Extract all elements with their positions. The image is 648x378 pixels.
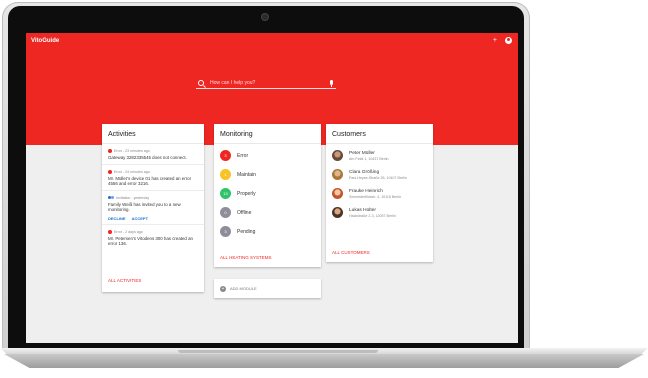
activity-item[interactable]: Invitation - yesterday Family Weiß has i… xyxy=(102,191,204,225)
add-module-button[interactable]: + ADD MODULE xyxy=(214,279,321,298)
activity-message: Mr. Petersen's Vitodens 300 has created … xyxy=(108,235,193,247)
account-icon[interactable] xyxy=(505,37,512,44)
base-notch xyxy=(178,350,378,353)
plus-circle-icon: + xyxy=(220,285,226,292)
activity-meta: Error - 23 minutes ago xyxy=(114,149,150,153)
all-customers-link[interactable]: ALL CUSTOMERS xyxy=(332,250,370,255)
avatar xyxy=(332,169,343,180)
monitoring-card: Monitoring 3 Error 1 Maintain 13 Properly 0… xyxy=(214,124,321,267)
add-icon[interactable]: + xyxy=(493,37,497,44)
monitoring-label: Maintain xyxy=(237,171,256,178)
people-icon xyxy=(108,195,114,200)
all-heating-systems-link[interactable]: ALL HEATING SYSTEMS xyxy=(220,255,272,260)
activity-meta: Invitation - yesterday xyxy=(116,195,150,200)
customer-item[interactable]: Clara Größing Paul-Heyse-Straße 26, 10407… xyxy=(326,165,433,184)
search-input[interactable]: How can I help you? xyxy=(210,80,330,86)
activity-item[interactable]: Error - 23 minutes ago Gateway 328233554… xyxy=(102,144,204,165)
activity-meta: Error - 24 minutes ago xyxy=(114,169,150,174)
camera-icon xyxy=(262,14,268,20)
activity-meta: Error - 2 days ago xyxy=(114,229,143,234)
count-badge: 1 xyxy=(220,169,231,180)
count-badge: 0 xyxy=(220,207,231,218)
customer-item[interactable]: Lukas Holter Hackstraße 2-3, 12057 Berlin xyxy=(326,203,433,222)
monitoring-title: Monitoring xyxy=(214,124,321,144)
customer-address: Hackstraße 2-3, 12057 Berlin xyxy=(349,213,396,218)
avatar xyxy=(332,188,343,199)
monitoring-row-maintain[interactable]: 1 Maintain xyxy=(214,165,321,184)
decline-button[interactable]: DECLINE xyxy=(108,216,126,221)
customer-item[interactable]: Frauke Heinrich Schneiderflickstr. 4, 101… xyxy=(326,184,433,203)
customer-address: Am Feldt 1, 10437 Berlin xyxy=(349,156,389,161)
laptop-base xyxy=(0,348,648,376)
error-icon xyxy=(108,149,112,153)
avatar xyxy=(332,207,343,218)
app-screen: VitoGuide + How can I help you? Activiti… xyxy=(26,33,518,343)
activities-title: Activities xyxy=(102,124,204,144)
add-module-label: ADD MODULE xyxy=(230,286,257,291)
customers-title: Customers xyxy=(326,124,433,144)
app-title: VitoGuide xyxy=(31,38,60,44)
monitoring-label: Error xyxy=(237,152,249,159)
customer-name: Clara Größing xyxy=(349,169,380,175)
monitoring-label: Properly xyxy=(237,190,256,197)
search-icon xyxy=(198,79,204,86)
accept-button[interactable]: ACCEPT xyxy=(132,216,148,221)
error-icon xyxy=(108,229,112,234)
microphone-icon[interactable] xyxy=(330,80,333,87)
count-badge: 13 xyxy=(220,188,231,199)
activities-card: Activities Error - 23 minutes ago Gatewa… xyxy=(102,124,204,292)
monitoring-label: Pending xyxy=(237,228,256,235)
customer-name: Peter Müller xyxy=(349,150,375,156)
customer-name: Lukas Holter xyxy=(349,207,376,213)
activity-message: Family Weiß has invited you to a new mon… xyxy=(108,201,181,213)
activity-item[interactable]: Error - 24 minutes ago Mr. Müller's devi… xyxy=(102,165,204,191)
activity-item[interactable]: Error - 2 days ago Mr. Petersen's Vitode… xyxy=(102,225,204,250)
avatar xyxy=(332,150,343,161)
monitoring-label: Offline xyxy=(237,209,252,216)
count-badge: 3 xyxy=(220,226,231,237)
monitoring-row-offline[interactable]: 0 Offline xyxy=(214,203,321,222)
all-activities-link[interactable]: ALL ACTIVITIES xyxy=(108,278,141,283)
customer-name: Frauke Heinrich xyxy=(349,188,383,194)
customers-card: Customers Peter Müller Am Feldt 1, 10437 … xyxy=(326,124,433,262)
search-bar[interactable]: How can I help you? xyxy=(196,77,336,89)
top-actions: + xyxy=(493,37,512,44)
activity-message: Gateway 3282335545 does not connect. xyxy=(108,155,187,160)
customer-address: Schneiderflickstr. 4, 10115 Berlin xyxy=(349,194,402,199)
customer-address: Paul-Heyse-Straße 26, 10407 Berlin xyxy=(349,175,407,180)
activity-message: Mr. Müller's device 01 has created an er… xyxy=(108,175,192,187)
customer-item[interactable]: Peter Müller Am Feldt 1, 10437 Berlin xyxy=(326,146,433,165)
monitoring-row-properly[interactable]: 13 Properly xyxy=(214,184,321,203)
count-badge: 3 xyxy=(220,150,231,161)
base-bottom xyxy=(4,354,644,368)
error-icon xyxy=(108,169,112,174)
monitoring-row-error[interactable]: 3 Error xyxy=(214,146,321,165)
monitoring-row-pending[interactable]: 3 Pending xyxy=(214,222,321,241)
